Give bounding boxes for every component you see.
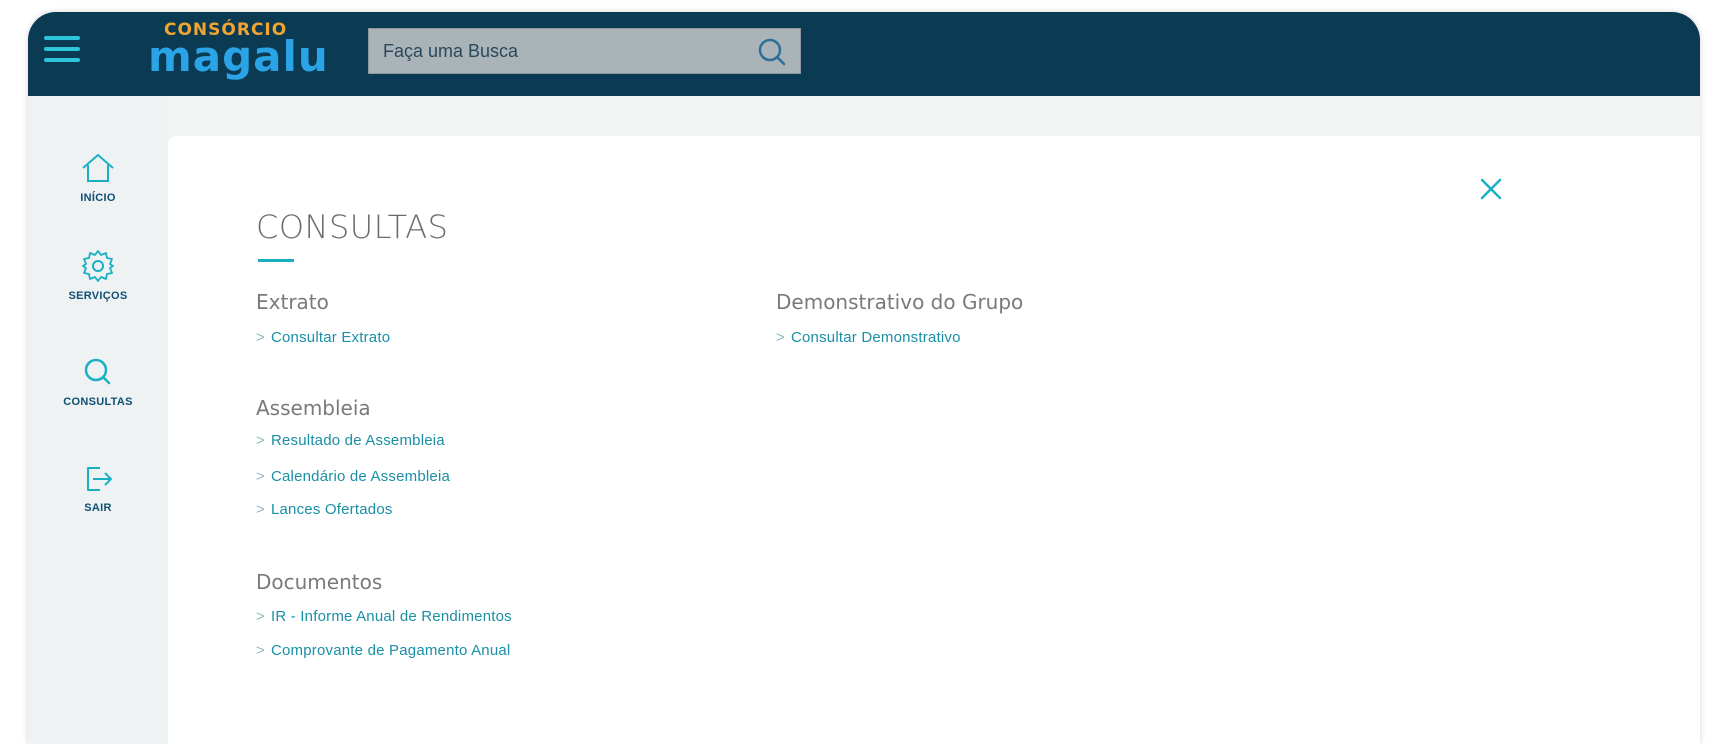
chevron-right-icon: > xyxy=(256,642,265,659)
sidebar-item-label: CONSULTAS xyxy=(63,396,133,408)
gear-icon xyxy=(82,250,114,282)
sidebar-item-consultas[interactable]: CONSULTAS xyxy=(28,352,168,408)
link-label: Consultar Demonstrativo xyxy=(790,329,961,346)
sidebar-item-label: SERVIÇOS xyxy=(68,290,128,302)
chevron-right-icon: > xyxy=(256,432,265,449)
link-comprovante-de-pagamento-anual[interactable]: > Comprovante de Pagamento Anual xyxy=(256,642,510,659)
sidebar-item-label: INÍCIO xyxy=(80,192,116,204)
app-window: CONSÓRCIO magalu INÍCIO xyxy=(28,12,1700,744)
section-heading-demonstrativo-do-grupo: Demonstrativo do Grupo xyxy=(776,290,1024,314)
close-button[interactable] xyxy=(1476,174,1506,204)
link-label: Consultar Extrato xyxy=(270,329,391,346)
link-lances-ofertados[interactable]: > Lances Ofertados xyxy=(256,501,393,518)
link-label: Calendário de Assembleia xyxy=(270,468,451,485)
consorcio-magalu-logo[interactable]: CONSÓRCIO magalu xyxy=(148,18,328,88)
link-resultado-de-assembleia[interactable]: > Resultado de Assembleia xyxy=(256,432,445,449)
chevron-right-icon: > xyxy=(256,468,265,485)
chevron-right-icon: > xyxy=(256,608,265,625)
logout-icon xyxy=(87,467,112,491)
page-title: CONSULTAS xyxy=(256,208,449,246)
close-icon xyxy=(1480,178,1502,200)
chevron-right-icon: > xyxy=(256,501,265,518)
section-heading-extrato: Extrato xyxy=(256,290,329,314)
search-icon xyxy=(84,358,111,385)
section-heading-assembleia: Assembleia xyxy=(256,396,371,420)
top-navigation-bar: CONSÓRCIO magalu xyxy=(28,12,1700,96)
chevron-right-icon: > xyxy=(776,329,785,346)
link-informe-anual-de-rendimentos[interactable]: > IR - Informe Anual de Rendimentos xyxy=(256,608,512,625)
link-label: Lances Ofertados xyxy=(270,501,393,518)
link-calendario-de-assembleia[interactable]: > Calendário de Assembleia xyxy=(256,468,450,485)
search-box xyxy=(368,28,801,74)
link-label: Resultado de Assembleia xyxy=(270,432,445,449)
sidebar-item-label: SAIR xyxy=(84,502,112,514)
sidebar-item-servicos[interactable]: SERVIÇOS xyxy=(28,246,168,302)
section-heading-documentos: Documentos xyxy=(256,570,383,594)
home-icon xyxy=(82,154,114,182)
chevron-right-icon: > xyxy=(256,329,265,346)
sidebar-item-inicio[interactable]: INÍCIO xyxy=(28,148,168,204)
title-underline xyxy=(258,259,294,262)
search-icon xyxy=(758,38,786,66)
sidebar-item-sair[interactable]: SAIR xyxy=(28,458,168,514)
search-button[interactable] xyxy=(754,34,790,70)
hamburger-menu-icon[interactable] xyxy=(44,30,84,68)
sidebar: INÍCIO SERVIÇOS CONSULTAS SAIR xyxy=(28,96,168,744)
link-consultar-extrato[interactable]: > Consultar Extrato xyxy=(256,329,390,346)
logo-main-text: magalu xyxy=(148,32,329,81)
link-label: Comprovante de Pagamento Anual xyxy=(270,642,511,659)
link-label: IR - Informe Anual de Rendimentos xyxy=(270,608,512,625)
search-input[interactable] xyxy=(369,29,713,73)
link-consultar-demonstrativo[interactable]: > Consultar Demonstrativo xyxy=(776,329,961,346)
